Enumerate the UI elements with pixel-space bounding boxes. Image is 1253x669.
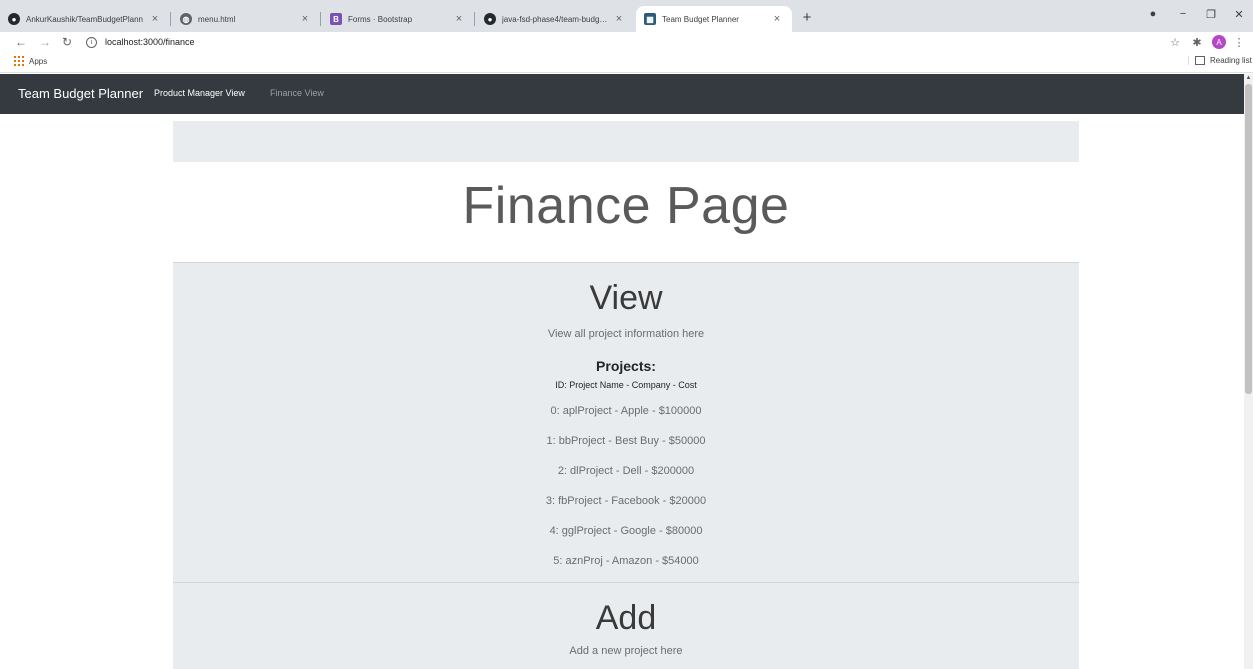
scrollbar-thumb[interactable]	[1245, 84, 1252, 394]
list-item: 5: aznProj - Amazon - $54000	[553, 555, 699, 567]
close-icon[interactable]: ×	[298, 13, 312, 25]
reading-list-icon	[1195, 56, 1205, 65]
globe-icon: ◍	[180, 13, 192, 25]
browser-tab-team-budget-planner[interactable]: ▦ Team Budget Planner ×	[636, 6, 792, 32]
add-subtitle: Add a new project here	[569, 645, 683, 657]
list-item: 4: gglProject - Google - $80000	[549, 525, 703, 537]
list-item: 3: fbProject - Facebook - $20000	[545, 495, 707, 507]
address-url: localhost:3000/finance	[105, 37, 195, 47]
projects-legend: ID: Project Name - Company - Cost	[555, 380, 697, 390]
browser-tab-menu[interactable]: ◍ menu.html ×	[172, 6, 320, 32]
add-section: Add Add a new project here	[173, 582, 1079, 669]
top-band	[173, 121, 1079, 162]
reading-list-button[interactable]: Reading list	[1188, 56, 1252, 65]
new-tab-button[interactable]: +	[796, 6, 818, 28]
list-item: 0: aplProject - Apple - $100000	[550, 405, 702, 417]
close-icon[interactable]: ×	[770, 13, 784, 25]
page-header: Finance Page	[173, 162, 1079, 253]
reload-icon[interactable]: ↻	[60, 33, 74, 51]
address-bar[interactable]: i localhost:3000/finance	[86, 34, 195, 50]
site-info-icon[interactable]: i	[86, 36, 97, 48]
address-bar-row: ← → ↻ i localhost:3000/finance ☆ ✱ A ⋮	[0, 32, 1253, 52]
app-favicon-icon: ▦	[644, 13, 656, 25]
bootstrap-icon: B	[330, 13, 342, 25]
close-icon[interactable]: ×	[148, 13, 162, 25]
browser-tab-github-phase4[interactable]: ● java-fsd-phase4/team-budget-pl ×	[476, 6, 634, 32]
bookmark-star-icon[interactable]: ☆	[1168, 34, 1182, 50]
add-title: Add	[595, 599, 657, 637]
scroll-up-arrow-icon[interactable]: ▲	[1245, 74, 1252, 82]
apps-shortcut[interactable]: Apps	[14, 56, 47, 66]
nav-link-product-manager-view[interactable]: Product Manager View	[154, 88, 245, 98]
browser-tab-bootstrap-forms[interactable]: B Forms · Bootstrap ×	[322, 6, 474, 32]
extensions-puzzle-icon[interactable]: ✱	[1190, 34, 1204, 50]
restore-icon[interactable]: ❐	[1204, 4, 1218, 24]
close-window-icon[interactable]: ✕	[1232, 4, 1246, 24]
tab-separator	[320, 12, 321, 26]
back-arrow-icon[interactable]: ←	[14, 33, 28, 51]
browser-tab-strip: ● AnkurKaushik/TeamBudgetPlann × ◍ menu.…	[0, 0, 1253, 32]
minimize-icon[interactable]: −	[1176, 4, 1190, 24]
forward-arrow-icon[interactable]: →	[38, 33, 52, 51]
browser-menu-icon[interactable]: ⋮	[1234, 34, 1245, 50]
close-icon[interactable]: ×	[452, 13, 466, 25]
bookmarks-bar: Apps Reading list	[0, 52, 1253, 73]
github-icon: ●	[484, 13, 496, 25]
list-item: 2: dlProject - Dell - $200000	[557, 465, 695, 477]
view-subtitle: View all project information here	[547, 328, 705, 340]
view-section: View View all project information here P…	[173, 262, 1079, 582]
tab-separator	[474, 12, 475, 26]
github-icon: ●	[8, 13, 20, 25]
projects-heading: Projects:	[596, 358, 656, 374]
profile-avatar[interactable]: A	[1212, 34, 1226, 50]
main-container: Finance Page View View all project infor…	[173, 121, 1079, 669]
close-icon[interactable]: ×	[612, 13, 626, 25]
nav-link-finance-view[interactable]: Finance View	[270, 88, 324, 98]
page-title: Finance Page	[462, 177, 790, 235]
tab-separator	[170, 12, 171, 26]
apps-grid-icon	[14, 56, 24, 66]
app-navbar: Team Budget Planner Product Manager View…	[0, 74, 1244, 114]
list-item: 1: bbProject - Best Buy - $50000	[546, 435, 706, 447]
view-title: View	[589, 279, 663, 317]
extensions-record-icon[interactable]: ●	[1146, 4, 1160, 24]
navbar-brand[interactable]: Team Budget Planner	[18, 86, 143, 101]
browser-tab-github-repo[interactable]: ● AnkurKaushik/TeamBudgetPlann ×	[0, 6, 170, 32]
project-list: 0: aplProject - Apple - $100000 1: bbPro…	[173, 403, 1079, 583]
